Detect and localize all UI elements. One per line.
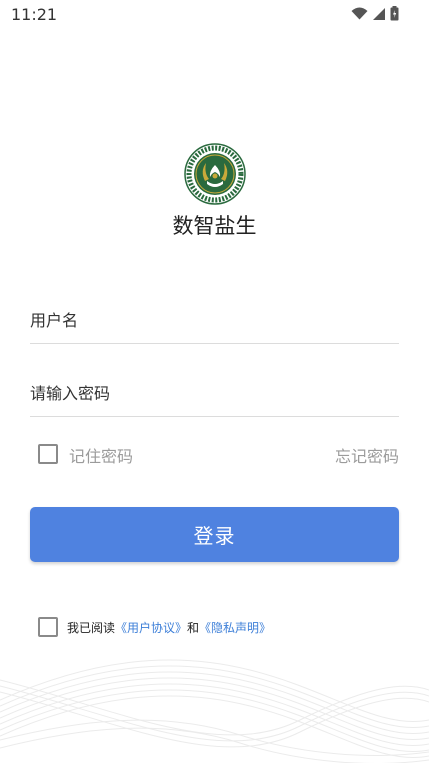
agreement-row: 我已阅读 《用户协议》 和 《隐私声明》 (38, 616, 271, 638)
user-agreement-link[interactable]: 《用户协议》 (115, 619, 187, 636)
status-bar: 11:21 (0, 0, 429, 30)
app-name: 数智盐生 (172, 214, 257, 238)
agreement-prefix: 我已阅读 (67, 620, 116, 635)
username-field-container (30, 297, 399, 344)
privacy-statement-link[interactable]: 《隐私声明》 (199, 619, 271, 636)
password-field-container (30, 370, 399, 417)
background-waves (0, 659, 429, 763)
status-icons (351, 6, 399, 21)
remember-row: 记住密码 忘记密码 (38, 442, 399, 466)
username-input[interactable] (30, 297, 399, 343)
wifi-icon (351, 7, 368, 20)
status-time: 11:21 (11, 5, 58, 24)
forgot-password-link[interactable]: 忘记密码 (335, 443, 399, 467)
remember-password-label[interactable]: 记住密码 (69, 443, 133, 467)
agreement-conjunction: 和 (187, 620, 200, 635)
remember-password-checkbox[interactable] (38, 444, 58, 464)
app-logo (184, 143, 246, 205)
signal-icon (373, 7, 385, 20)
battery-icon (390, 6, 399, 21)
agreement-checkbox[interactable] (38, 617, 58, 637)
login-button[interactable]: 登录 (30, 507, 399, 562)
password-input[interactable] (30, 370, 399, 416)
